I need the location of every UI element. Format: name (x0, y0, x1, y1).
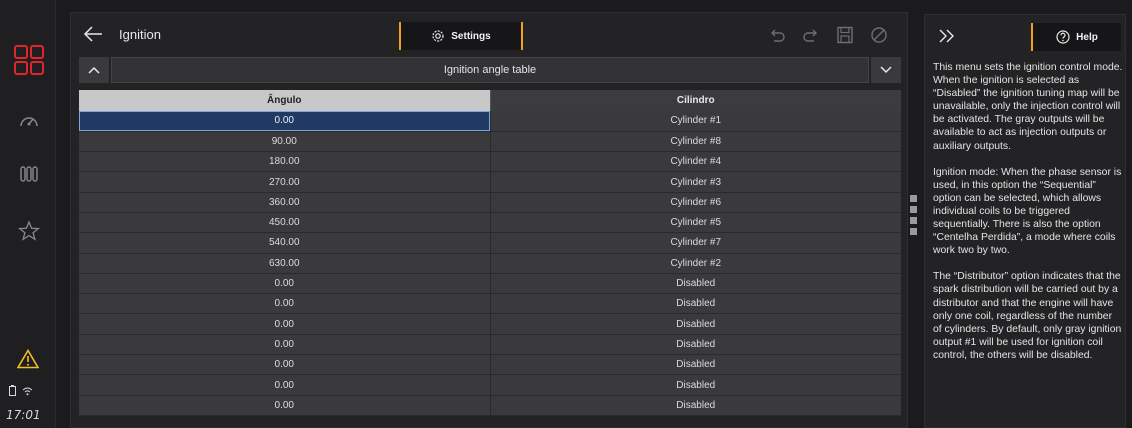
table-row: 630.00 Cylinder #2 (79, 253, 901, 274)
help-header: Help (925, 15, 1125, 57)
cylinder-cell[interactable]: Cylinder #7 (489, 232, 901, 254)
column-header-cylinder[interactable]: Cilindro (489, 90, 901, 111)
cancel-icon[interactable] (869, 26, 889, 44)
angle-cell[interactable]: 0.00 (79, 273, 490, 295)
cylinder-cell[interactable]: Cylinder #3 (489, 171, 901, 193)
page-title: Ignition (119, 27, 161, 42)
table-dropdown-button[interactable] (871, 57, 901, 83)
angle-cell[interactable]: 0.00 (79, 374, 490, 396)
panel-splitter-handle[interactable] (910, 195, 918, 235)
save-icon[interactable] (835, 26, 855, 44)
speedometer-icon[interactable] (18, 110, 40, 132)
table-row: 0.00 Disabled (79, 313, 901, 335)
help-label: Help (1076, 31, 1098, 43)
table-row: 0.00 Disabled (79, 354, 901, 376)
column-header-angle[interactable]: Ângulo (79, 90, 490, 111)
angle-cell[interactable]: 0.00 (79, 293, 490, 315)
help-panel: Help This menu sets the ignition control… (924, 14, 1126, 428)
angle-cell[interactable]: 0.00 (79, 354, 490, 376)
cylinder-cell[interactable]: Cylinder #2 (489, 253, 901, 274)
cylinder-cell[interactable]: Cylinder #6 (489, 192, 901, 213)
table-selector-bar: Ignition angle table (79, 57, 901, 83)
table-row: 0.00 Disabled (79, 273, 901, 295)
angle-cell[interactable]: 270.00 (79, 171, 490, 193)
table-row: 0.00 Cylinder #1 (79, 111, 901, 132)
splitter-dot (910, 228, 917, 235)
help-icon (1056, 30, 1070, 44)
logo-icon[interactable] (14, 45, 44, 75)
settings-label: Settings (451, 30, 491, 42)
main-panel: Ignition Settings Ignition angle table Â… (70, 12, 908, 428)
angle-cell[interactable]: 90.00 (79, 131, 490, 153)
table-row: 90.00 Cylinder #8 (79, 131, 901, 153)
tab-settings[interactable]: Settings (399, 22, 523, 50)
cylinder-cell[interactable]: Disabled (489, 293, 901, 315)
cylinder-cell[interactable]: Disabled (489, 334, 901, 356)
cylinder-cell[interactable]: Cylinder #5 (489, 212, 901, 234)
table-row: 0.00 Disabled (79, 293, 901, 315)
table-row: 0.00 Disabled (79, 374, 901, 396)
splitter-dot (910, 195, 917, 202)
top-bar: Ignition Settings (71, 13, 907, 55)
cylinder-cell[interactable]: Cylinder #1 (489, 111, 901, 132)
angle-cell[interactable]: 450.00 (79, 212, 490, 234)
table-row: 540.00 Cylinder #7 (79, 232, 901, 254)
help-paragraph: Ignition mode: When the phase sensor is … (933, 166, 1122, 257)
cylinder-cell[interactable]: Disabled (489, 395, 901, 416)
table-select[interactable]: Ignition angle table (111, 57, 869, 83)
angle-cell[interactable]: 180.00 (79, 151, 490, 173)
redo-icon[interactable] (801, 26, 821, 44)
collapse-panel-icon[interactable] (937, 27, 957, 45)
splitter-dot (910, 206, 917, 213)
splitter-dot (910, 217, 917, 224)
cylinder-cell[interactable]: Disabled (489, 374, 901, 396)
angle-cell[interactable]: 0.00 (79, 395, 490, 416)
angle-cell[interactable]: 0.00 (79, 111, 490, 132)
gear-icon (432, 30, 444, 42)
left-rail: 17:01 (0, 0, 56, 428)
cylinder-cell[interactable]: Cylinder #4 (489, 151, 901, 173)
warning-icon[interactable] (17, 349, 39, 369)
chevron-up-icon (88, 66, 100, 74)
table-row: 450.00 Cylinder #5 (79, 212, 901, 234)
table-row: 360.00 Cylinder #6 (79, 192, 901, 213)
cylinder-cell[interactable]: Disabled (489, 313, 901, 335)
ignition-angle-table: Ângulo Cilindro 0.00 Cylinder #1 90.00 Cyli… (79, 90, 901, 416)
tab-help[interactable]: Help (1031, 23, 1121, 51)
gauges-icon[interactable] (18, 163, 40, 185)
clock: 17:01 (6, 408, 41, 422)
angle-cell[interactable]: 540.00 (79, 232, 490, 254)
favorites-icon[interactable] (18, 220, 40, 242)
angle-cell[interactable]: 360.00 (79, 192, 490, 213)
app-window: 17:01 Ignition Settings Ignition angle t… (0, 0, 1132, 428)
table-row: 0.00 Disabled (79, 334, 901, 356)
help-paragraph: This menu sets the ignition control mode… (933, 62, 1123, 152)
table-row: 180.00 Cylinder #4 (79, 151, 901, 173)
angle-cell[interactable]: 630.00 (79, 253, 490, 274)
collapse-table-button[interactable] (79, 57, 109, 83)
battery-icon (9, 385, 16, 396)
cylinder-cell[interactable]: Disabled (489, 273, 901, 295)
help-paragraph: The “Distributor” option indicates that … (933, 271, 1122, 361)
status-indicators (9, 385, 33, 396)
help-text: This menu sets the ignition control mode… (933, 61, 1123, 427)
table-row: 270.00 Cylinder #3 (79, 171, 901, 193)
cylinder-cell[interactable]: Cylinder #8 (489, 131, 901, 153)
toolbar (767, 26, 889, 44)
cylinder-cell[interactable]: Disabled (489, 354, 901, 376)
table-row: 0.00 Disabled (79, 395, 901, 416)
angle-cell[interactable]: 0.00 (79, 334, 490, 356)
wifi-icon (22, 387, 33, 395)
undo-icon[interactable] (767, 26, 787, 44)
angle-cell[interactable]: 0.00 (79, 313, 490, 335)
back-arrow-icon[interactable] (83, 25, 103, 43)
chevron-down-icon (880, 66, 892, 74)
